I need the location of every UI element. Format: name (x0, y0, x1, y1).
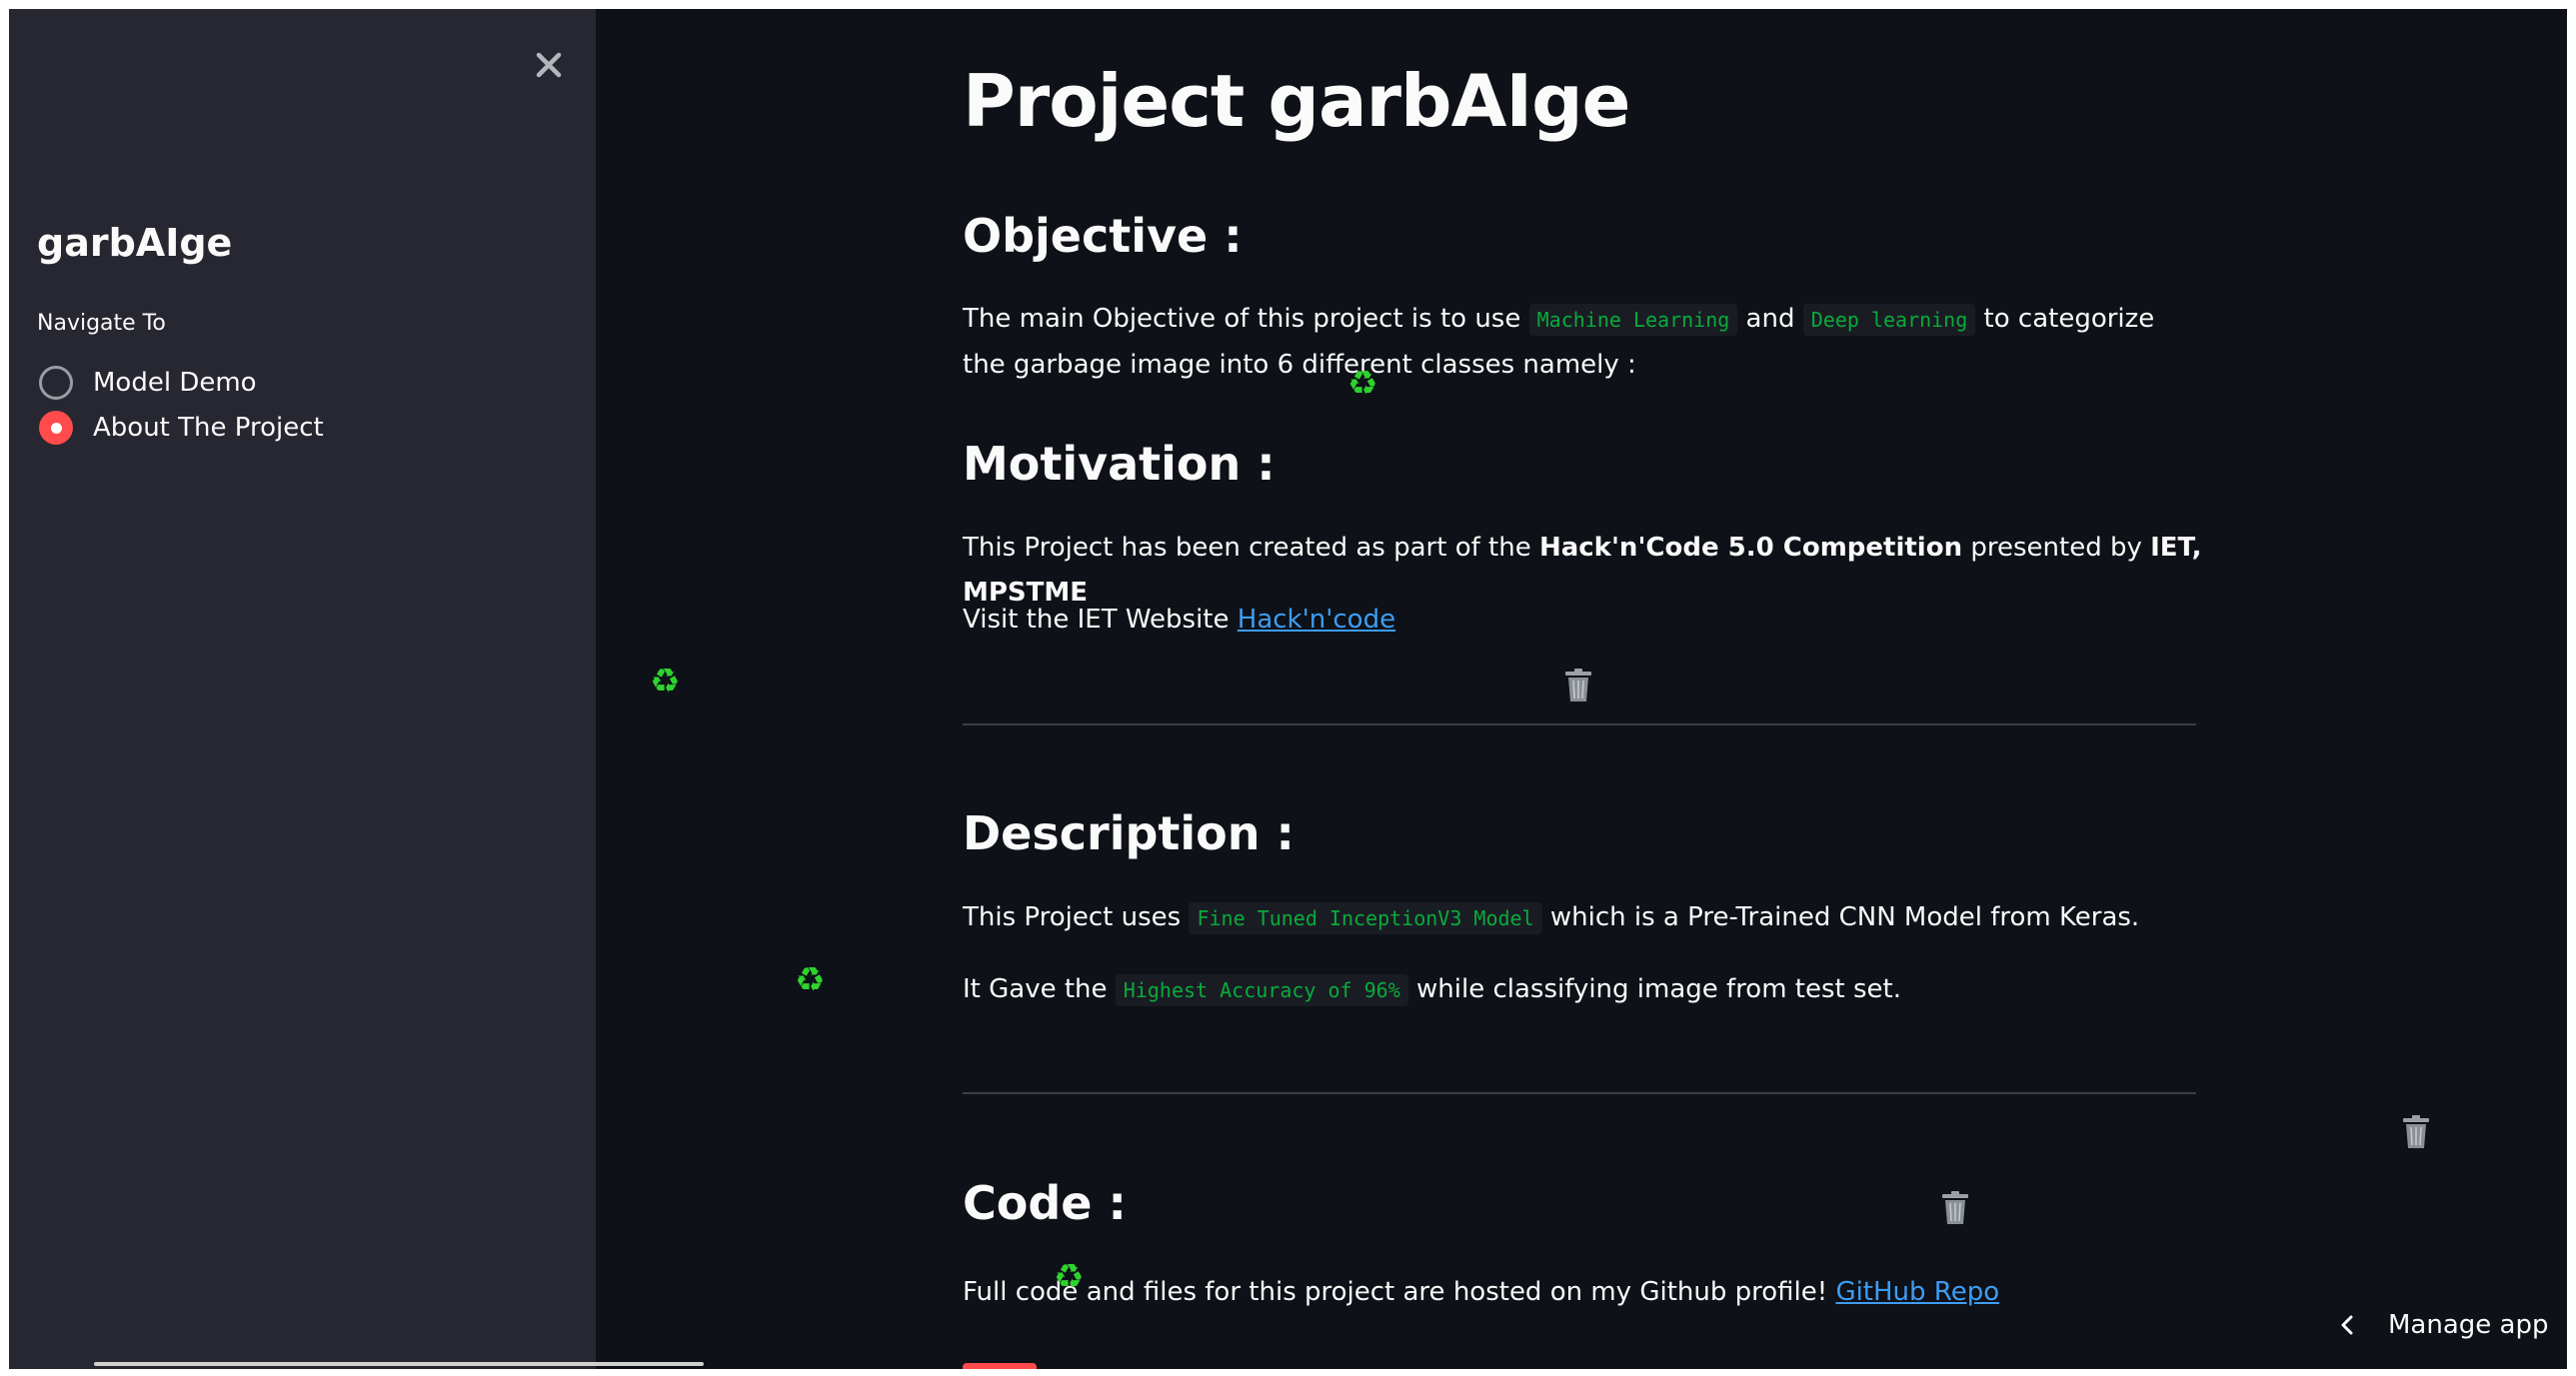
code-accuracy: Highest Accuracy of 96% (1115, 974, 1408, 1006)
close-icon (536, 52, 562, 78)
radio-button-unchecked[interactable] (39, 366, 73, 400)
description-text-line-2: It Gave the Highest Accuracy of 96% whil… (963, 967, 2202, 1013)
manage-app-label: Manage app (2388, 1310, 2549, 1340)
objective-text: The main Objective of this project is to… (963, 297, 2202, 388)
close-sidebar-button[interactable] (529, 45, 569, 85)
recycle-icon: ♻ (1054, 1257, 1085, 1297)
chevron-left-icon (2340, 1314, 2354, 1336)
recycle-icon: ♻ (650, 662, 681, 701)
radio-label: About The Project (93, 413, 324, 443)
divider (963, 1092, 2196, 1094)
objective-heading: Objective : (963, 209, 1243, 263)
code-machine-learning: Machine Learning (1528, 304, 1738, 336)
code-text: Full code and files for this project are… (963, 1270, 2202, 1315)
description-text-3: It Gave the (963, 974, 1116, 1004)
radio-about-project[interactable]: About The Project (39, 411, 324, 445)
hackncode-link[interactable]: Hack'n'code (1238, 605, 1395, 635)
code-text-1: Full code and files for this project are… (963, 1277, 1836, 1307)
description-text-2: which is a Pre-Trained CNN Model from Ke… (1541, 902, 2140, 932)
app-window: garbAIge Navigate To Model Demo About Th… (9, 9, 2567, 1369)
visit-text: Visit the IET Website Hack'n'code (963, 598, 2202, 643)
manage-app-button[interactable]: Manage app (2340, 1310, 2548, 1340)
objective-text-2: and (1737, 304, 1803, 334)
recycle-icon: ♻ (1347, 364, 1378, 404)
competition-name: Hack'n'Code 5.0 Competition (1538, 533, 1963, 563)
description-text-1: This Project uses (963, 902, 1190, 932)
motivation-text-1: This Project has been created as part of… (963, 533, 1539, 563)
recycle-icon: ♻ (795, 960, 826, 1000)
description-heading: Description : (963, 806, 1294, 860)
partial-button[interactable] (963, 1363, 1037, 1369)
page-title: Project garbAIge (963, 59, 1630, 143)
nav-label: Navigate To (37, 311, 166, 336)
radio-model-demo[interactable]: Model Demo (39, 366, 257, 400)
description-text-line-1: This Project uses Fine Tuned InceptionV3… (963, 895, 2202, 941)
radio-button-checked[interactable] (39, 411, 73, 445)
radio-dot (50, 422, 62, 434)
sidebar-scrollbar[interactable] (94, 1362, 704, 1366)
trash-icon (1942, 1191, 1968, 1224)
code-inception-model: Fine Tuned InceptionV3 Model (1189, 902, 1542, 934)
motivation-text-2: presented by (1962, 533, 2151, 563)
code-heading: Code : (963, 1176, 1127, 1230)
objective-text-1: The main Objective of this project is to… (963, 304, 1529, 334)
description-text-4: while classifying image from test set. (1407, 974, 1902, 1004)
trash-icon (1565, 669, 1591, 701)
sidebar-title: garbAIge (37, 221, 233, 265)
code-deep-learning: Deep learning (1802, 304, 1976, 336)
visit-label: Visit the IET Website (963, 605, 1238, 635)
motivation-heading: Motivation : (963, 437, 1276, 491)
sidebar: garbAIge Navigate To Model Demo About Th… (9, 9, 596, 1369)
trash-icon (2403, 1115, 2429, 1148)
divider (963, 723, 2196, 725)
radio-label: Model Demo (93, 368, 257, 398)
github-repo-link[interactable]: GitHub Repo (1835, 1277, 1999, 1307)
